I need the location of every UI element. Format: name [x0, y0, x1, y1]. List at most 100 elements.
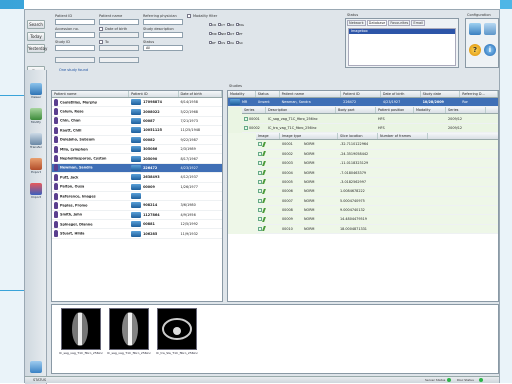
col-status[interactable]: Status [256, 91, 280, 97]
modality-checkbox[interactable]: PT [236, 31, 245, 39]
modality-checkbox[interactable]: SC [236, 40, 245, 48]
modality-icon [131, 99, 142, 106]
patient-name-label: Patient name [99, 14, 123, 18]
image-row[interactable]: 00008 NORM 9.0004740132 [256, 206, 498, 216]
right-edge [500, 9, 512, 383]
imagebox-item[interactable]: Imagebox [349, 29, 455, 34]
series-row[interactable]: 00002 IC_tra_vag_T1C_fibro_256inc HFS 2009/… [242, 124, 498, 134]
patient-id-input[interactable] [55, 19, 95, 25]
modality-checkbox[interactable]: DX [227, 22, 236, 30]
col-referring[interactable]: Referring D... [460, 91, 498, 97]
series-row[interactable]: 00001 IC_sag_vag_T1C_fibro_256inc HFS 2009/… [242, 114, 498, 124]
col-study-pid[interactable]: Patient ID [341, 91, 381, 97]
col-patient-id[interactable]: Patient ID [129, 91, 179, 97]
patient-icon [54, 173, 58, 181]
patient-row[interactable]: Milo, Lymphon 305086 2/3/1989 [52, 145, 222, 155]
patient-row[interactable]: Newman, Sandra 226472 4/23/1927 [52, 163, 222, 174]
col-dob[interactable]: Date of birth [179, 91, 222, 97]
ref-physician-input[interactable] [143, 19, 183, 25]
study-id-input[interactable] [55, 45, 95, 51]
modality-filter-checkbox[interactable] [187, 14, 191, 18]
toolbar-transfer[interactable]: Transfer [27, 132, 45, 154]
help-icon[interactable]: ? [469, 44, 481, 56]
study-desc-input[interactable] [143, 32, 183, 38]
dob-input[interactable] [99, 32, 139, 38]
modality-checkbox[interactable]: CT [218, 22, 227, 30]
modality-icon [131, 211, 142, 218]
modality-icon [131, 108, 142, 115]
patient-row[interactable]: Papias, Promo 908214 3/6/1980 [52, 201, 222, 211]
modality-checkbox[interactable]: MR [209, 31, 218, 39]
patient-row[interactable]: Chin, Chan 00087 7/21/1973 [52, 117, 222, 127]
tab-network[interactable]: Network [347, 20, 366, 26]
col-study-patient[interactable]: Patient name [280, 91, 342, 97]
modality-checkbox[interactable]: US [218, 40, 227, 48]
study-row[interactable]: MR Unsent Newman, Sandra 226472 4/23/192… [228, 98, 498, 108]
modality-icon [131, 164, 142, 171]
image-row[interactable]: 00004 NORM -7.0180463379 [256, 168, 498, 178]
col-study-date[interactable]: Study date [421, 91, 461, 97]
image-row[interactable]: 00010 NORM 18.0004871331 [256, 225, 498, 235]
image-row[interactable]: 00002 NORM -24.3519058442 [256, 150, 498, 159]
status-box-title: Status [347, 13, 359, 17]
patient-row[interactable]: Smith, John 1127864 4/9/1956 [52, 211, 222, 221]
patient-row[interactable]: Spinegel, Dianne 00881 12/5/1992 [52, 220, 222, 230]
thumbnail-2[interactable] [109, 308, 149, 350]
patient-row[interactable]: Dulejoho, Subsum 00082 9/22/1987 [52, 136, 222, 145]
toolbar-viewer[interactable]: Viewer [27, 82, 45, 104]
col-modality[interactable]: Modality [228, 91, 256, 97]
today-button[interactable]: Today [27, 32, 45, 41]
patient-row[interactable]: Nepholiiosporos, Cyston 205090 8/17/1967 [52, 154, 222, 164]
patient-row[interactable]: Reference, Images [52, 192, 222, 202]
dob-checkbox[interactable] [99, 27, 103, 31]
modality-checkbox[interactable]: NM [218, 31, 227, 39]
modality-checkbox[interactable]: MG [236, 22, 245, 30]
status-select[interactable]: All [143, 45, 183, 51]
image-row[interactable]: 00001 NORM -32.7110122964 [256, 140, 498, 150]
image-row[interactable]: 00006 NORM 1.0084678222 [256, 187, 498, 197]
toolbar-export[interactable]: Export [27, 157, 45, 179]
modality-checkbox[interactable]: OT [227, 31, 236, 39]
patient-name-input[interactable] [99, 19, 139, 25]
tab-email[interactable]: Email [411, 20, 426, 26]
patient-row[interactable]: Kautt, Chili 10051125 11/25/1948 [52, 126, 222, 136]
image-row[interactable]: 00007 NORM 5.0004740975 [256, 197, 498, 206]
tab-favourites[interactable]: Favourites [388, 20, 411, 26]
col-patient-name[interactable]: Patient name [52, 91, 130, 97]
search-button[interactable]: Search [27, 20, 45, 29]
date-to-input[interactable] [99, 57, 139, 63]
patient-icon [54, 230, 58, 238]
settings-config-icon[interactable] [484, 23, 496, 35]
toolbar-modify[interactable]: Modify [27, 107, 45, 129]
thumbnail-1[interactable] [61, 308, 101, 350]
info-icon[interactable]: i [484, 44, 496, 56]
modality-checkbox[interactable]: XA [227, 40, 236, 48]
col-study-dob[interactable]: Date of birth [381, 91, 421, 97]
image-row[interactable]: 00003 NORM -11.0118323129 [256, 159, 498, 169]
patient-icon [54, 108, 58, 116]
to-date-input[interactable] [99, 45, 139, 51]
image-header: Image Image type Slice location Number o… [256, 133, 498, 141]
accession-input[interactable] [55, 32, 95, 38]
import-icon [30, 183, 42, 195]
modality-checkbox[interactable]: CR [209, 22, 218, 30]
patient-row[interactable]: Putt, Jack 2638493 4/12/1937 [52, 173, 222, 183]
toolbar-import[interactable]: Import [27, 182, 45, 204]
patient-row[interactable]: Calum, Rose 2008022 5/22/1968 [52, 107, 222, 117]
patient-row[interactable]: Stuart, Hilda 106285 11/9/1932 [52, 229, 222, 239]
modality-checkbox[interactable]: RF [209, 40, 218, 48]
patient-icon [54, 98, 58, 106]
network-config-icon[interactable] [469, 23, 481, 35]
tab-database[interactable]: Database [366, 20, 388, 26]
to-checkbox[interactable] [99, 40, 103, 44]
thumbnail-3[interactable] [157, 308, 197, 350]
image-row[interactable]: 00009 NORM 14.4804479519 [256, 215, 498, 225]
image-row[interactable]: 00005 NORM -3.0182562997 [256, 178, 498, 188]
patient-icon [54, 145, 58, 153]
yesterday-button[interactable]: Yesterday [27, 44, 47, 53]
patient-row[interactable]: Paiton, Ousa 00009 1/26/1977 [52, 183, 222, 192]
date-from-input[interactable] [55, 57, 95, 63]
modality-icon [131, 183, 142, 190]
quit-icon [30, 361, 42, 373]
patient-row[interactable]: Caulatillas, Murphy 17098874 6/14/1958 [52, 98, 222, 108]
